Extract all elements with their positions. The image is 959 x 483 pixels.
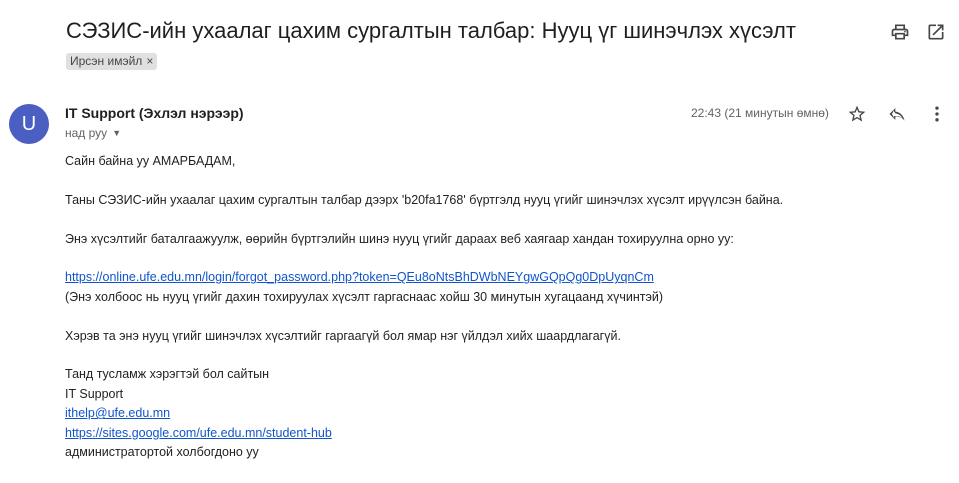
body-paragraph-3: Хэрэв та энэ нууц үгийг шинэчлэх хүсэлти… <box>65 328 621 343</box>
support-email-link[interactable]: ithelp@ufe.edu.mn <box>65 406 170 420</box>
sender-name[interactable]: IT Support (Эхлэл нэрээр) <box>65 105 244 121</box>
reply-icon[interactable] <box>887 104 907 124</box>
signature-line-1: Танд тусламж хэрэгтэй бол сайтын <box>65 367 270 382</box>
label-chip-text: Ирсэн имэйл <box>70 54 143 68</box>
label-chip-inbox[interactable]: Ирсэн имэйл × <box>66 53 158 70</box>
open-in-new-window-icon[interactable] <box>926 22 946 42</box>
student-hub-link[interactable]: https://sites.google.com/ufe.edu.mn/stud… <box>65 426 332 440</box>
signature-line-3: администратортой холбогдоно уу <box>65 445 259 460</box>
email-subject: СЭЗИС-ийн ухаалаг цахим сургалтын талбар… <box>66 18 796 43</box>
print-icon[interactable] <box>890 22 910 42</box>
signature-line-2: IT Support <box>65 386 124 401</box>
recipient-text: над руу <box>65 126 108 140</box>
body-paragraph-1: Таны СЭЗИС-ийн ухаалаг цахим сургалтын т… <box>65 192 784 207</box>
body-paragraph-2: Энэ хүсэлтийг баталгаажуулж, өөрийн бүрт… <box>65 231 734 246</box>
password-reset-link[interactable]: https://online.ufe.edu.mn/login/forgot_p… <box>65 270 654 284</box>
recipient-line: над руу ▼ <box>65 126 121 140</box>
message-timestamp: 22:43 (21 минутын өмнө) <box>691 106 829 120</box>
sender-avatar[interactable]: U <box>9 104 49 144</box>
greeting-text: Сайн байна уу АМАРБАДАМ, <box>65 154 236 168</box>
more-vertical-icon[interactable] <box>927 104 947 124</box>
chip-remove-icon[interactable]: × <box>146 54 153 68</box>
star-icon[interactable] <box>847 104 867 124</box>
chevron-down-icon[interactable]: ▼ <box>112 128 121 138</box>
message-body: Сайн байна уу АМАРБАДАМ, Таны СЭЗИС-ийн … <box>65 152 945 462</box>
link-validity-note: (Энэ холбоос нь нууц үгийг дахин тохируу… <box>65 289 664 304</box>
